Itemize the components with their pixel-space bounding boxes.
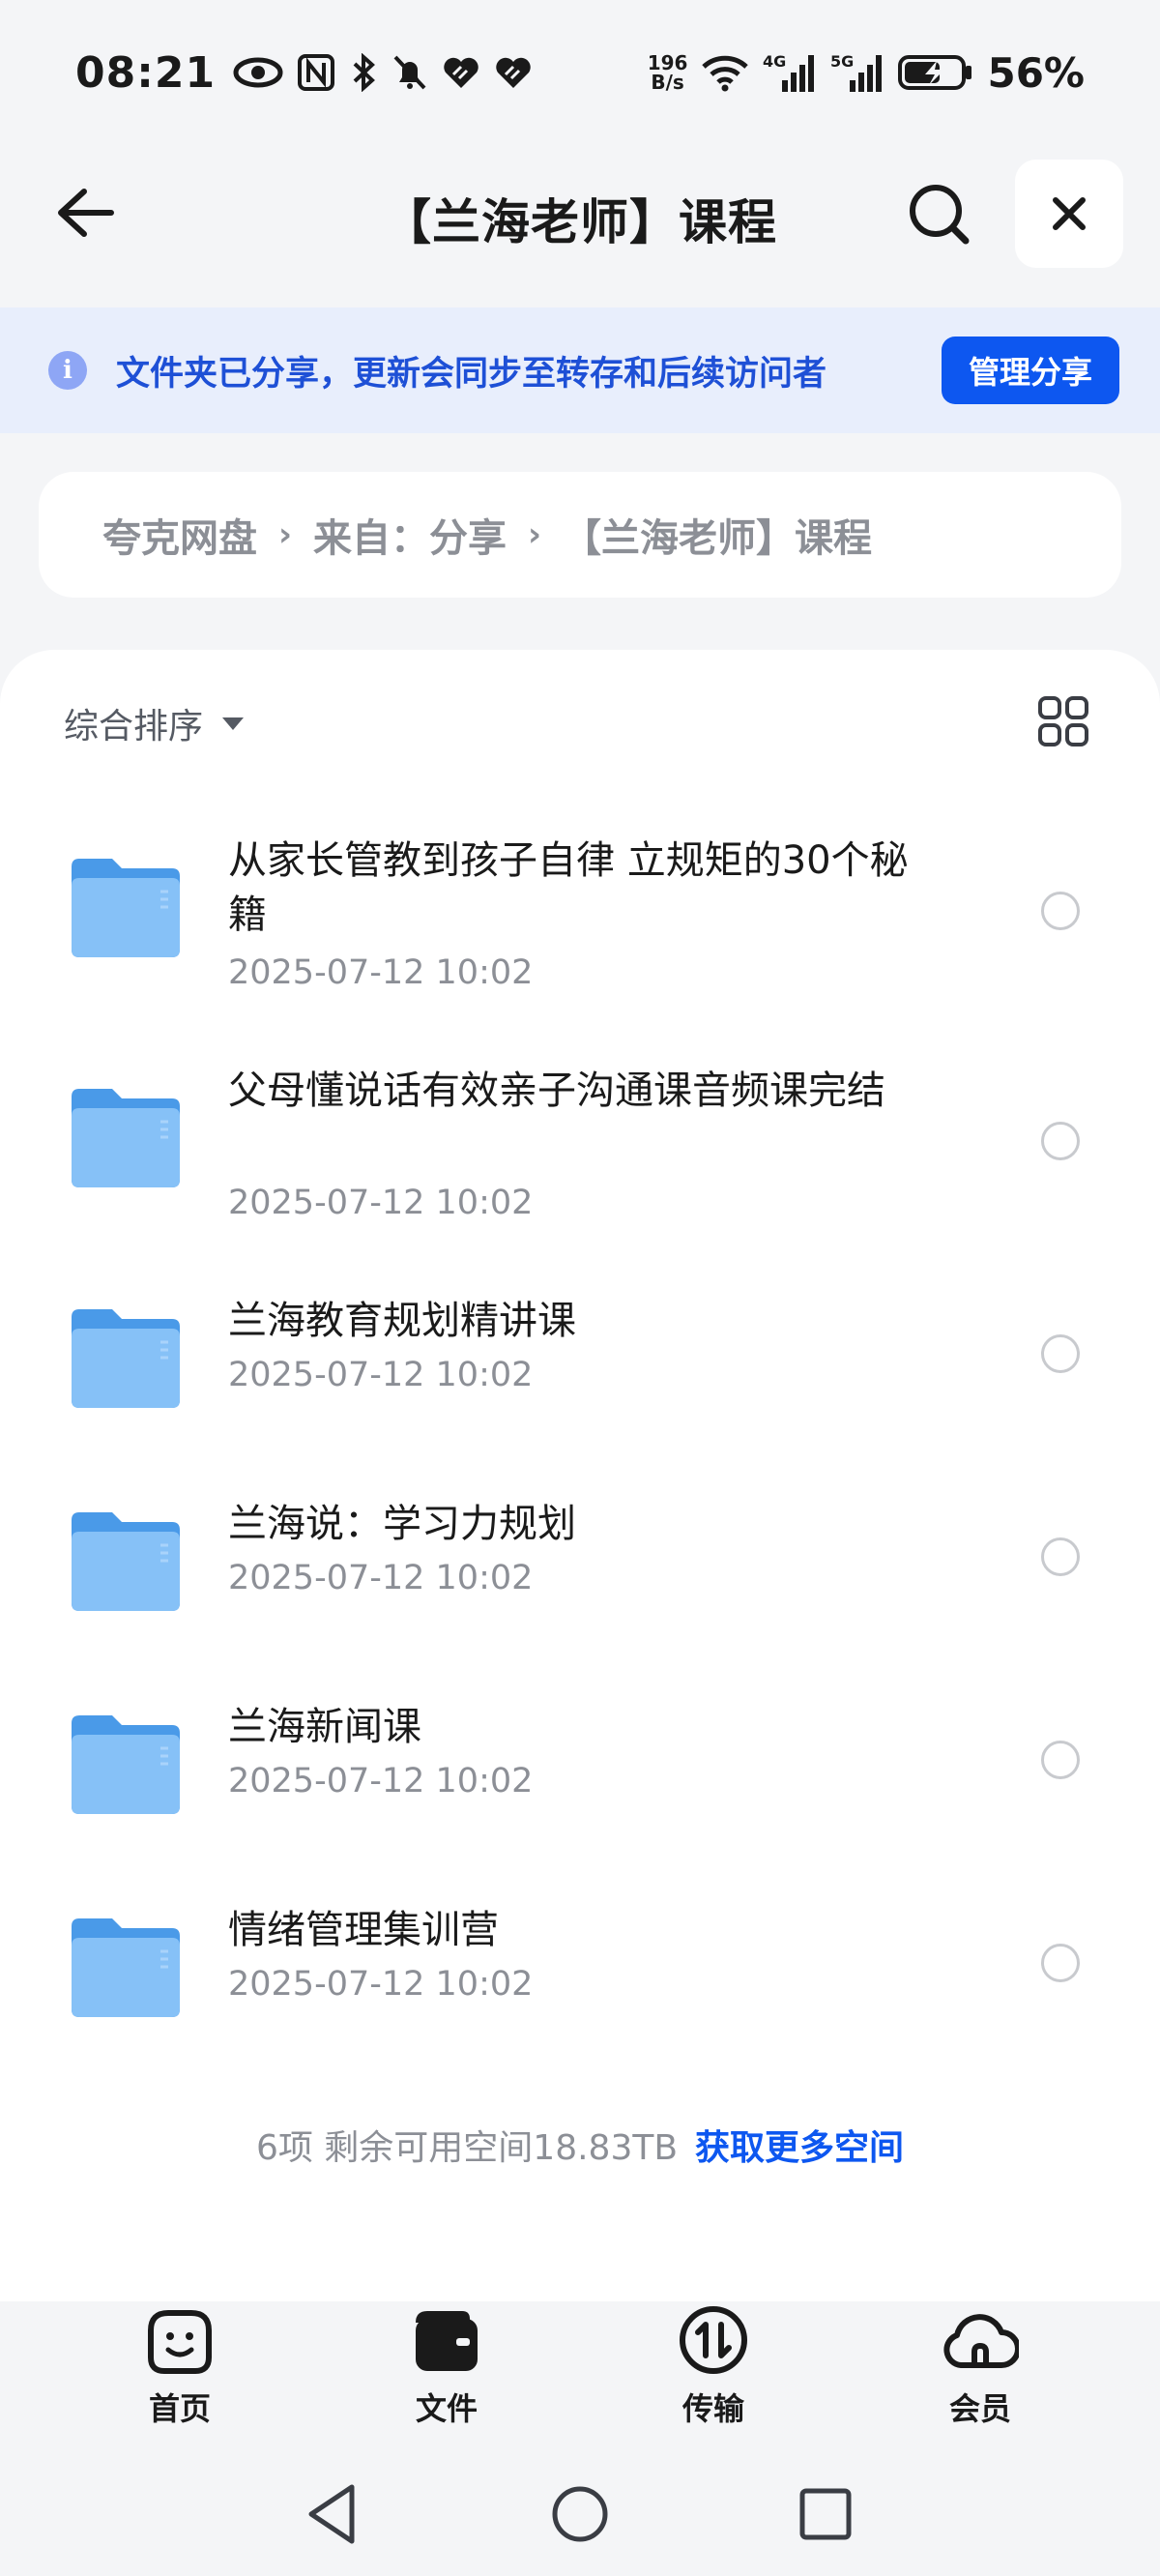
file-name: 兰海教育规划精讲课	[228, 1299, 576, 1343]
folder-icon	[72, 1715, 180, 1814]
file-name: 情绪管理集训营	[228, 1908, 499, 1952]
file-name: 兰海新闻课	[228, 1705, 421, 1749]
system-nav-bar	[0, 2461, 1160, 2567]
storage-summary-text: 6项 剩余可用空间18.83TB	[255, 2128, 679, 2168]
breadcrumb-item-root[interactable]: 夸克网盘	[102, 507, 257, 563]
file-date: 2025-07-12 10:02	[228, 953, 534, 992]
network-speed: 196 B/s	[648, 53, 688, 92]
page-title: 【兰海老师】课程	[383, 194, 777, 250]
nfc-icon	[298, 54, 335, 91]
tab-transfer-label: 传输	[682, 2390, 744, 2427]
bluetooth-icon	[353, 53, 376, 92]
file-row[interactable]: 兰海新闻课 2025-07-12 10:02	[0, 1700, 1160, 1835]
file-list-panel: 综合排序 从家长管教到孩子自律 立规矩的30个秘籍 2025-07-12 10:…	[0, 650, 1160, 2313]
tab-home-label: 首页	[148, 2390, 211, 2427]
signal-4g-icon: 4G	[763, 52, 815, 92]
tab-home[interactable]: 首页	[112, 2301, 247, 2437]
wallet-file-icon	[416, 2311, 478, 2371]
transfer-icon	[680, 2306, 747, 2374]
quark-drive-folder-screen: 08:21 196 B/s 4G 5G 56% 【兰海老师】课程 i 文件夹已分…	[0, 0, 1160, 2576]
file-date: 2025-07-12 10:02	[228, 1184, 534, 1222]
breadcrumb-item-current: 【兰海老师】课程	[563, 516, 873, 561]
select-radio[interactable]	[1041, 1122, 1080, 1160]
file-date: 2025-07-12 10:02	[228, 1965, 534, 2004]
select-radio[interactable]	[1041, 1741, 1080, 1779]
file-row[interactable]: 父母懂说话有效亲子沟通课音频课完结 2025-07-12 10:02	[0, 1064, 1160, 1247]
system-recents-icon[interactable]	[787, 2475, 864, 2553]
status-bar: 08:21 196 B/s 4G 5G 56%	[0, 0, 1160, 145]
close-icon	[1053, 197, 1086, 230]
mute-bell-icon	[393, 55, 426, 90]
battery-percent: 56%	[987, 48, 1085, 97]
share-banner: i 文件夹已分享，更新会同步至转存和后续访问者 管理分享	[0, 307, 1160, 433]
file-date: 2025-07-12 10:02	[228, 1559, 534, 1597]
signal-5g-icon: 5G	[830, 52, 883, 92]
file-row[interactable]: 兰海说：学习力规划 2025-07-12 10:02	[0, 1497, 1160, 1632]
file-row[interactable]: 兰海教育规划精讲课 2025-07-12 10:02	[0, 1294, 1160, 1429]
folder-icon	[72, 1512, 180, 1611]
folder-icon	[72, 1089, 180, 1187]
get-more-space-link[interactable]: 获取更多空间	[695, 2128, 904, 2168]
tab-member-label: 会员	[948, 2390, 1011, 2427]
file-row[interactable]: 情绪管理集训营 2025-07-12 10:02	[0, 1903, 1160, 2038]
wifi-icon	[702, 55, 749, 92]
status-icons	[233, 53, 533, 92]
folder-icon	[72, 1309, 180, 1408]
signal-5g-label: 5G	[830, 52, 854, 71]
bottom-tab-bar: 首页 文件 传输 会员	[0, 2301, 1160, 2437]
network-speed-unit: B/s	[651, 71, 684, 94]
select-radio[interactable]	[1041, 1537, 1080, 1576]
network-speed-value: 196	[647, 51, 688, 74]
system-back-icon[interactable]	[296, 2475, 373, 2553]
search-button[interactable]	[904, 179, 973, 249]
tab-files-label: 文件	[415, 2390, 478, 2427]
status-time: 08:21	[75, 47, 217, 98]
heart-app-icon	[444, 57, 478, 88]
file-name: 兰海说：学习力规划	[228, 1502, 576, 1546]
file-name: 从家长管教到孩子自律 立规矩的30个秘籍	[228, 838, 909, 937]
close-button[interactable]	[1015, 160, 1123, 268]
file-row[interactable]: 从家长管教到孩子自律 立规矩的30个秘籍 2025-07-12 10:02	[0, 834, 1160, 1017]
chevron-right-icon: ›	[278, 515, 293, 554]
select-radio[interactable]	[1041, 892, 1080, 930]
status-right: 196 B/s 4G 5G 56%	[648, 49, 1085, 97]
cloud-member-icon	[943, 2314, 1019, 2368]
tab-files[interactable]: 文件	[379, 2301, 514, 2437]
file-name: 父母懂说话有效亲子沟通课音频课完结	[228, 1068, 885, 1113]
caret-down-icon	[222, 717, 245, 730]
share-banner-message: 文件夹已分享，更新会同步至转存和后续访问者	[116, 354, 827, 394]
select-radio[interactable]	[1041, 1334, 1080, 1373]
grid-view-icon[interactable]	[1036, 694, 1090, 748]
folder-icon	[72, 1918, 180, 2017]
storage-summary: 6项 剩余可用空间18.83TB 获取更多空间	[0, 2120, 1160, 2170]
sort-dropdown[interactable]: 综合排序	[64, 698, 245, 748]
tab-transfer[interactable]: 传输	[646, 2301, 781, 2437]
eye-icon	[233, 57, 283, 88]
sort-label: 综合排序	[64, 707, 204, 746]
file-date: 2025-07-12 10:02	[228, 1762, 534, 1800]
breadcrumb-item-share[interactable]: 来自：分享	[313, 507, 507, 563]
folder-icon	[72, 859, 180, 957]
status-left: 08:21	[75, 48, 533, 98]
search-icon	[910, 185, 970, 245]
system-home-icon[interactable]	[541, 2475, 619, 2553]
top-nav: 【兰海老师】课程	[0, 145, 1160, 280]
signal-4g-label: 4G	[763, 52, 786, 71]
battery-charging-icon	[898, 55, 972, 90]
select-radio[interactable]	[1041, 1944, 1080, 1982]
manage-share-button[interactable]: 管理分享	[941, 337, 1119, 404]
breadcrumb: 夸克网盘 › 来自：分享 › 【兰海老师】课程	[39, 472, 1121, 598]
file-date: 2025-07-12 10:02	[228, 1356, 534, 1394]
tab-member[interactable]: 会员	[913, 2301, 1048, 2437]
chevron-right-icon: ›	[528, 515, 542, 554]
heart-app-icon-2	[496, 57, 531, 88]
smiley-home-icon	[148, 2310, 212, 2374]
info-icon: i	[48, 351, 87, 390]
